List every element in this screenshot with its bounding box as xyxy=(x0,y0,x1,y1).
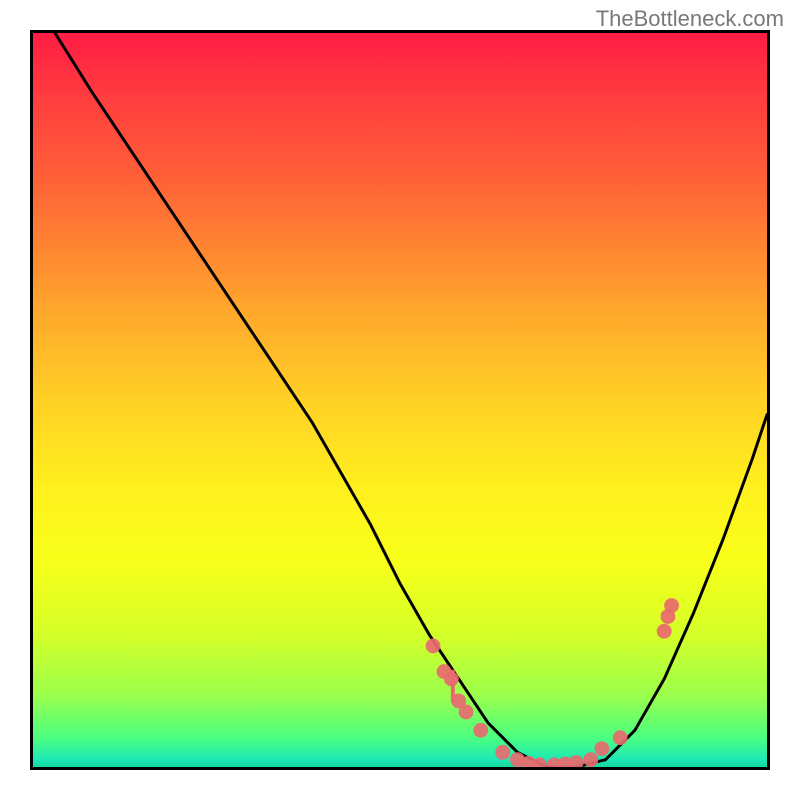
data-point xyxy=(495,745,510,760)
data-point xyxy=(613,730,628,745)
data-point xyxy=(583,752,598,767)
scatter-points xyxy=(426,598,679,767)
chart-plot-area xyxy=(30,30,770,770)
data-point xyxy=(569,755,584,767)
data-point xyxy=(426,638,441,653)
data-point xyxy=(657,624,672,639)
chart-svg xyxy=(33,33,767,767)
data-point xyxy=(459,705,474,720)
data-point xyxy=(664,598,679,613)
data-point xyxy=(594,741,609,756)
watermark-text: TheBottleneck.com xyxy=(596,6,784,32)
data-point xyxy=(444,671,459,686)
data-point xyxy=(473,723,488,738)
bottleneck-curve xyxy=(55,33,767,767)
